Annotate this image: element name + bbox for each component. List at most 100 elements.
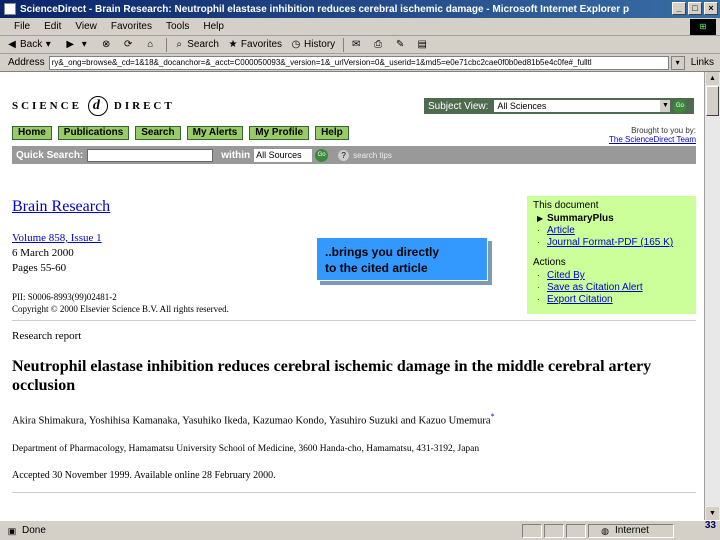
home-button[interactable]: ⌂ [144,39,158,51]
export-citation-link[interactable]: Export Citation [547,294,613,306]
mail-button[interactable]: ✉ [350,39,364,51]
scroll-up-icon[interactable]: ▲ [706,72,719,85]
forward-button[interactable]: ▶ ▾ [64,39,92,51]
stop-button[interactable]: ⊗ [100,39,114,51]
pdf-link[interactable]: Journal Format-PDF (165 K) [547,237,673,249]
bullet-icon: · [537,295,540,304]
summary-plus-label: SummaryPlus [547,213,614,224]
site-nav: Home Publications Search My Alerts My Pr… [12,126,349,140]
page-content: SCIENCE d DIRECT Subject View: All Scien… [0,72,704,520]
quick-search-bar: Quick Search: within All Sources Go ? se… [12,146,696,164]
chevron-down-icon: ▾ [45,38,51,50]
edit-icon: ✎ [395,38,405,50]
discuss-button[interactable]: ▤ [416,39,430,51]
nav-publications[interactable]: Publications [57,126,130,140]
issue-date: 6 March 2000 [12,247,74,259]
status-cell [522,523,542,538]
history-icon: ◷ [291,38,301,50]
menu-bar: File Edit View Favorites Tools Help [0,18,720,36]
browser-toolbar: ◀ Back ▾ ▶ ▾ ⊗ ⟳ ⌂ ⌕ Search ★ Favorites … [0,36,720,54]
refresh-button[interactable]: ⟳ [122,39,136,51]
menu-file[interactable]: File [14,21,30,32]
callout-box: ..brings you directly to the cited artic… [316,237,488,281]
subject-go-button[interactable]: Go [673,99,687,113]
maximize-button[interactable]: □ [688,2,702,15]
back-button[interactable]: ◀ Back ▾ [6,39,56,51]
export-item: · Export Citation [537,294,690,306]
scroll-down-icon[interactable]: ▼ [706,507,719,520]
sciencedirect-team-link[interactable]: The ScienceDirect Team [560,135,696,144]
nav-my-profile[interactable]: My Profile [249,126,310,140]
within-select[interactable]: All Sources [254,148,313,162]
address-label: Address [8,57,45,68]
status-cell [566,523,586,538]
pdf-item: · Journal Format-PDF (165 K) [537,237,690,249]
summary-plus-item: ▶ SummaryPlus [537,213,690,225]
bullet-icon: · [537,283,540,292]
page-done-icon: ▣ [7,525,17,536]
address-dropdown-icon[interactable]: ▾ [670,55,685,70]
edit-button[interactable]: ✎ [394,39,408,51]
article-link[interactable]: Article [547,225,575,237]
links-button[interactable]: Links [691,57,714,68]
quick-search-go-button[interactable]: Go [315,148,329,162]
print-button[interactable]: ⎙ [372,39,386,51]
page-range: Pages 55-60 [12,262,67,274]
bullet-icon: · [537,226,540,235]
author-affiliation: Department of Pharmacology, Hamamatsu Un… [12,444,480,454]
article-item: · Article [537,225,690,237]
back-arrow-icon: ◀ [8,38,16,50]
triangle-right-icon: ▶ [537,214,544,223]
address-input[interactable]: ry&_ong=browse&_cd=1&18&_docanchor=&_acc… [48,55,669,70]
vertical-scrollbar[interactable]: ▲ ▼ [704,72,720,520]
sciencedirect-logo[interactable]: SCIENCE d DIRECT [12,96,175,116]
save-citation-alert-link[interactable]: Save as Citation Alert [547,282,643,294]
chevron-down-icon: ▾ [81,38,87,50]
sciencedirect-logo-mark: d [87,96,108,116]
favorites-button[interactable]: ★ Favorites [227,39,282,51]
status-text: Done [22,525,46,536]
quick-search-input[interactable] [87,148,214,162]
print-icon: ⎙ [374,38,383,50]
journal-title-link[interactable]: Brain Research [12,198,110,216]
globe-icon: ◍ [601,525,609,536]
article-type: Research report [12,330,82,342]
nav-help[interactable]: Help [315,126,349,140]
subject-view-bar: Subject View: All Sciences ▼ Go [424,98,694,114]
status-cell [544,523,564,538]
subject-view-select[interactable]: All Sciences ▼ [494,100,671,112]
nav-my-alerts[interactable]: My Alerts [186,126,244,140]
history-button[interactable]: ◷ History [290,38,336,51]
article-title: Neutrophil elastase inhibition reduces c… [12,358,652,394]
windows-logo-icon: ⊞ [690,19,716,35]
corresponding-author-link[interactable]: * [491,412,495,421]
ie-window-icon [4,3,16,15]
minimize-button[interactable]: _ [672,2,686,15]
article-dates: Accepted 30 November 1999. Available onl… [12,470,276,481]
nav-search[interactable]: Search [135,126,181,140]
divider [12,320,696,321]
help-icon[interactable]: ? [338,149,350,161]
menu-view[interactable]: View [75,21,97,32]
stop-icon: ⊗ [102,38,111,50]
volume-issue-link[interactable]: Volume 858, Issue 1 [12,232,102,244]
menu-tools[interactable]: Tools [166,21,189,32]
toolbar-separator [343,37,345,52]
cited-by-link[interactable]: Cited By [547,270,585,282]
menu-favorites[interactable]: Favorites [111,21,152,32]
actions-heading: Actions [533,257,566,268]
window-titlebar: ScienceDirect - Brain Research: Neutroph… [0,0,720,18]
search-button[interactable]: ⌕ Search [173,39,219,51]
search-tips-link[interactable]: search tips [353,151,392,160]
search-icon: ⌕ [176,38,183,50]
scroll-thumb[interactable] [706,86,719,116]
brought-to-you: Brought to you by: The ScienceDirect Tea… [560,126,696,144]
refresh-icon: ⟳ [124,38,133,50]
close-button[interactable]: × [704,2,718,15]
nav-home[interactable]: Home [12,126,52,140]
discuss-icon: ▤ [417,38,427,50]
menu-edit[interactable]: Edit [44,21,61,32]
save-alert-item: · Save as Citation Alert [537,282,690,294]
menu-help[interactable]: Help [203,21,224,32]
window-title: ScienceDirect - Brain Research: Neutroph… [20,3,630,15]
